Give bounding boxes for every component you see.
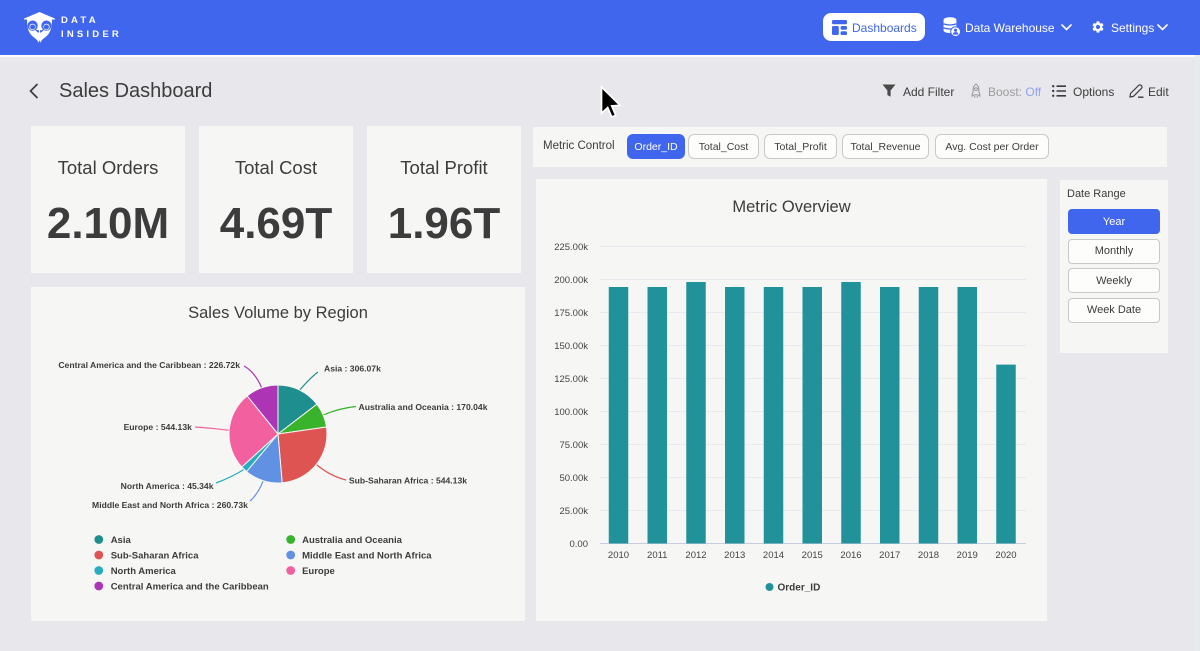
svg-text:175.00k: 175.00k — [554, 308, 588, 319]
svg-text:200.00k: 200.00k — [554, 275, 588, 286]
svg-text:75.00k: 75.00k — [559, 440, 588, 451]
svg-text:Sub-Saharan Africa : 544.13k: Sub-Saharan Africa : 544.13k — [349, 476, 467, 486]
svg-text:2020: 2020 — [995, 550, 1016, 561]
svg-text:2012: 2012 — [685, 550, 706, 561]
svg-text:225.00k: 225.00k — [554, 242, 588, 253]
svg-text:2010: 2010 — [608, 550, 629, 561]
svg-text:2017: 2017 — [879, 550, 900, 561]
svg-text:Europe: Europe — [302, 566, 335, 577]
svg-text:Order_ID: Order_ID — [778, 583, 821, 594]
svg-text:2013: 2013 — [724, 550, 745, 561]
svg-text:0.00: 0.00 — [570, 539, 589, 550]
svg-text:25.00k: 25.00k — [559, 506, 588, 517]
svg-text:Australia and Oceania: Australia and Oceania — [302, 535, 403, 546]
svg-text:2016: 2016 — [840, 550, 861, 561]
svg-text:Middle East and North Africa: Middle East and North Africa — [302, 551, 432, 562]
svg-text:2011: 2011 — [647, 550, 667, 561]
svg-text:North America : 45.34k: North America : 45.34k — [121, 481, 214, 491]
svg-text:2015: 2015 — [802, 550, 823, 561]
svg-text:125.00k: 125.00k — [554, 374, 588, 385]
svg-text:150.00k: 150.00k — [554, 341, 588, 352]
svg-text:Australia and Oceania : 170.04: Australia and Oceania : 170.04k — [359, 402, 488, 412]
svg-text:Asia : 306.07k: Asia : 306.07k — [324, 364, 381, 374]
svg-text:50.00k: 50.00k — [559, 473, 588, 484]
svg-text:2018: 2018 — [918, 550, 939, 561]
svg-text:Central America and the Caribb: Central America and the Caribbean : 226.… — [58, 360, 240, 370]
svg-text:100.00k: 100.00k — [554, 407, 588, 418]
svg-text:Middle East and North Africa :: Middle East and North Africa : 260.73k — [92, 500, 248, 510]
svg-text:2019: 2019 — [957, 550, 978, 561]
svg-text:2014: 2014 — [763, 550, 784, 561]
svg-text:Central America and the Caribb: Central America and the Caribbean — [111, 582, 269, 593]
svg-text:North America: North America — [111, 566, 177, 577]
svg-text:Asia: Asia — [111, 535, 132, 546]
svg-text:Europe : 544.13k: Europe : 544.13k — [124, 422, 193, 432]
svg-text:Sub-Saharan Africa: Sub-Saharan Africa — [111, 551, 200, 562]
